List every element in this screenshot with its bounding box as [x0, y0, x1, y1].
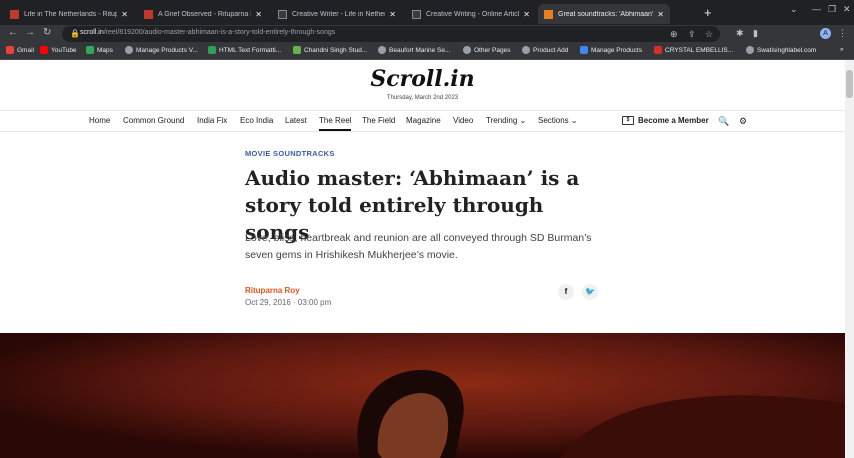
site-icon	[654, 46, 662, 54]
tab-close-icon[interactable]: ✕	[523, 10, 530, 19]
article-date: Oct 29, 2016 · 03:00 pm	[245, 298, 332, 307]
globe-icon	[378, 46, 386, 54]
bookmark-gmail[interactable]: Gmail	[6, 46, 34, 54]
page-scrollbar[interactable]	[845, 60, 854, 458]
nav-common-ground[interactable]: Common Ground	[123, 116, 184, 125]
bookmark-crystal[interactable]: CRYSTAL EMBELLIS...	[654, 46, 733, 54]
tab-close-icon[interactable]: ✕	[255, 10, 262, 19]
bookmark-html-text[interactable]: HTML Text Formatti...	[208, 46, 281, 54]
menu-kebab-icon[interactable]: ⋮	[838, 28, 847, 39]
site-icon	[580, 46, 588, 54]
globe-icon	[746, 46, 754, 54]
tab-4[interactable]: Creative Writing - Online Articles ✕	[406, 4, 536, 24]
tab-favicon-icon	[412, 9, 421, 19]
tab-5-active[interactable]: Great soundtracks: 'Abhimaan' is ✕	[538, 4, 670, 24]
close-window-icon[interactable]: ✕	[843, 4, 851, 15]
nav-home[interactable]: Home	[89, 116, 110, 125]
address-bar[interactable]: 🔒 scroll.in/reel/819200/audio-master-abh…	[62, 26, 720, 42]
tab-close-icon[interactable]: ✕	[389, 10, 396, 19]
bookmark-swatisingh[interactable]: Swatisinghlabel.com	[746, 46, 816, 54]
tab-favicon-icon	[144, 9, 153, 19]
nav-eco-india[interactable]: Eco India	[240, 116, 273, 125]
nav-the-reel[interactable]: The Reel	[319, 116, 352, 131]
tab-favicon-icon	[544, 9, 553, 19]
tab-2[interactable]: A Grief Observed - Rituparna Roy ✕	[138, 4, 268, 24]
membership-card-icon: $	[622, 116, 634, 126]
tab-3[interactable]: Creative Writer - Life in Netherla ✕	[272, 4, 402, 24]
chevron-down-icon: ⌄	[519, 116, 527, 125]
youtube-icon	[40, 46, 48, 54]
web-page: Scroll.in Thursday, March 2nd 2023 Home …	[0, 60, 845, 458]
globe-icon	[125, 46, 133, 54]
bookmark-star-icon[interactable]: ☆	[705, 29, 713, 40]
twitter-share-icon[interactable]: 🐦	[582, 284, 598, 300]
maps-icon	[86, 46, 94, 54]
search-icon[interactable]: 🔍	[718, 116, 729, 127]
forward-arrow-icon[interactable]: →	[25, 27, 35, 38]
install-icon[interactable]: ⊕	[670, 29, 678, 40]
hero-film-still	[0, 333, 845, 458]
tab-close-icon[interactable]: ✕	[121, 10, 128, 19]
site-nav: Home Common Ground India Fix Eco India L…	[0, 110, 845, 132]
bookmarks-bar: Gmail YouTube Maps Manage Products V... …	[0, 43, 854, 60]
side-panel-icon[interactable]: ▮	[753, 28, 758, 39]
scrollbar-thumb[interactable]	[846, 70, 853, 98]
bookmark-beaufort[interactable]: Beaufort Marine Se...	[378, 46, 450, 54]
article-dek: Love, bliss, heartbreak and reunion are …	[245, 232, 592, 261]
bookmark-product-add[interactable]: Product Add	[522, 46, 568, 54]
tab-label: Great soundtracks: 'Abhimaan' is	[558, 10, 654, 18]
article-author[interactable]: Rituparna Roy	[245, 286, 300, 295]
nav-india-fix[interactable]: India Fix	[197, 116, 227, 125]
html-icon	[208, 46, 216, 54]
site-logo[interactable]: Scroll.in	[0, 66, 845, 92]
site-icon	[293, 46, 301, 54]
lock-icon: 🔒	[70, 29, 80, 38]
restore-icon[interactable]: ❐	[828, 4, 836, 15]
tab-close-icon[interactable]: ✕	[657, 10, 664, 19]
nav-the-field[interactable]: The Field	[362, 116, 395, 125]
bookmark-maps[interactable]: Maps	[86, 46, 113, 54]
more-bookmarks-icon[interactable]: »	[840, 46, 844, 53]
reload-icon[interactable]: ↻	[43, 27, 51, 38]
profile-avatar[interactable]: A	[820, 28, 831, 39]
share-icon[interactable]: ⇪	[688, 29, 696, 40]
nav-video[interactable]: Video	[453, 116, 473, 125]
bookmark-manage-products-v[interactable]: Manage Products V...	[125, 46, 198, 54]
tab-label: Creative Writing - Online Articles	[426, 10, 520, 18]
tab-label: Creative Writer - Life in Netherla	[292, 10, 386, 18]
bookmark-chandni[interactable]: Chandni Singh Stud...	[293, 46, 367, 54]
browser-toolbar: ← → ↻ 🔒 scroll.in/reel/819200/audio-mast…	[0, 25, 854, 43]
globe-icon	[522, 46, 530, 54]
nav-magazine[interactable]: Magazine	[406, 116, 441, 125]
gmail-icon	[6, 46, 14, 54]
bookmark-manage-products[interactable]: Manage Products	[580, 46, 642, 54]
nav-latest[interactable]: Latest	[285, 116, 307, 125]
tab-1[interactable]: Life in The Netherlands - Rituparna ✕	[4, 4, 134, 24]
minimize-icon[interactable]: —	[812, 4, 821, 14]
settings-gear-icon[interactable]: ⚙	[739, 116, 747, 127]
chevron-down-icon: ⌄	[570, 116, 578, 125]
tab-strip: Life in The Netherlands - Rituparna ✕ A …	[0, 0, 854, 25]
back-arrow-icon[interactable]: ←	[8, 27, 18, 38]
article-kicker[interactable]: MOVIE SOUNDTRACKS	[245, 149, 335, 158]
nav-sections[interactable]: Sections ⌄	[538, 116, 578, 125]
tab-favicon-icon	[10, 9, 19, 19]
bookmark-youtube[interactable]: YouTube	[40, 46, 77, 54]
nav-trending[interactable]: Trending ⌄	[486, 116, 526, 125]
become-member-button[interactable]: $ Become a Member	[622, 116, 709, 126]
browser-chrome: Life in The Netherlands - Rituparna ✕ A …	[0, 0, 854, 60]
bookmark-other-pages[interactable]: Other Pages	[463, 46, 511, 54]
hero-image	[0, 333, 845, 458]
tab-favicon-icon	[278, 9, 287, 19]
masthead-date: Thursday, March 2nd 2023	[386, 95, 459, 101]
url-text: scroll.in/reel/819200/audio-master-abhim…	[80, 29, 336, 36]
tab-label: Life in The Netherlands - Rituparna	[24, 10, 118, 18]
facebook-share-icon[interactable]: f	[558, 284, 574, 300]
tab-label: A Grief Observed - Rituparna Roy	[158, 10, 251, 18]
tab-search-icon[interactable]: ⌄	[790, 4, 798, 15]
globe-icon	[463, 46, 471, 54]
extensions-icon[interactable]: ✱	[736, 28, 744, 39]
new-tab-button[interactable]: +	[704, 5, 712, 20]
